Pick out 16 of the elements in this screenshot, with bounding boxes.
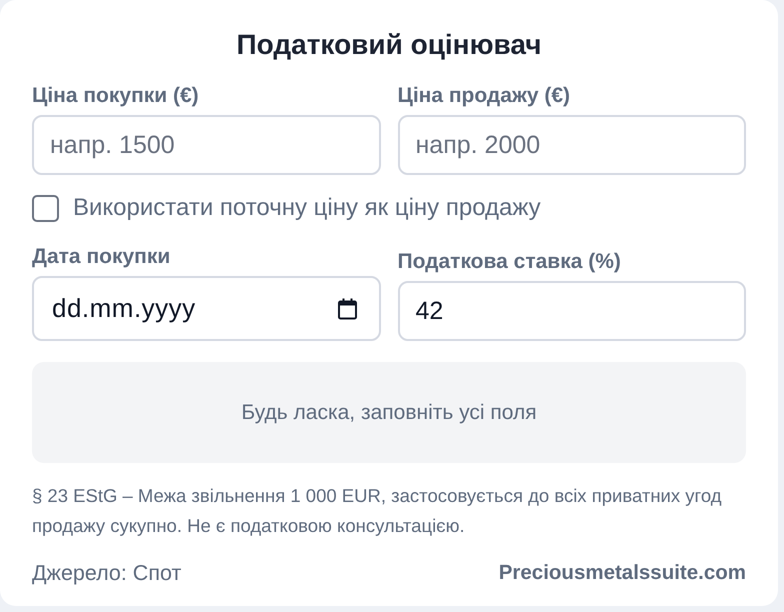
source-label: Джерело: Спот [32,560,182,587]
input-field[interactable]: напр. 1500 [32,115,380,175]
checkbox[interactable] [32,194,59,222]
brand-name: Preciousmetalssuite.com [498,560,746,586]
input-field[interactable]: 42 [398,281,746,341]
input-field[interactable]: напр. 2000 [398,115,746,175]
field-label: Ціна покупки (€) [32,83,200,109]
disclaimer-text: § 23 EStG – Межа звільнення 1 000 EUR, застосовується до всіх приватних угод продажу сукупно. Не є податковою консультацією. [32,484,723,538]
date-field[interactable]: dd.mm.yyyy [32,276,380,341]
result-message: Будь ласка, заповніть усі поля [241,400,537,426]
field-label: Ціна продажу (€) [398,83,572,109]
checkbox-label[interactable]: Використати поточну ціну як ціну продажу [73,193,541,223]
field-label: Податкова ставка (%) [398,249,622,275]
field-label: Дата покупки [32,244,172,270]
calendar-icon[interactable] [338,298,356,319]
card-title: Податковий оцінювач [236,28,542,62]
